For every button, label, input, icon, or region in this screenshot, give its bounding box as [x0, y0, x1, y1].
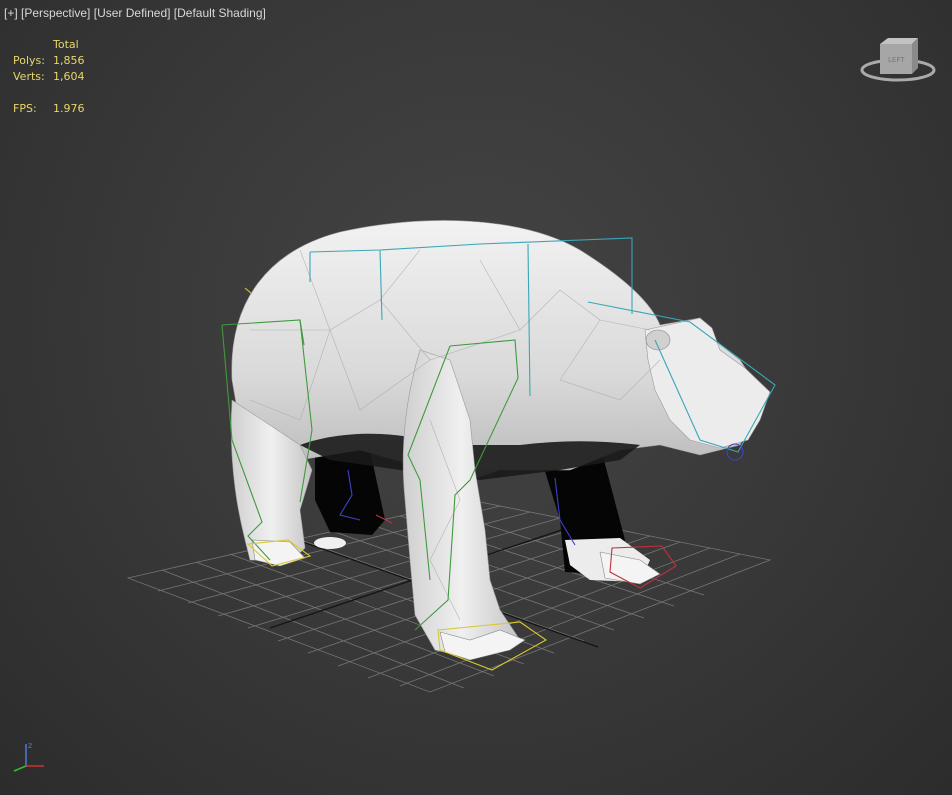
viewport-scene[interactable]	[0, 0, 952, 795]
axis-z-label: z	[28, 741, 32, 750]
axis-tripod-icon: z	[13, 741, 44, 772]
svg-text:LEFT: LEFT	[888, 56, 905, 64]
viewcube-icon[interactable]: LEFT	[858, 34, 938, 86]
bear-mesh[interactable]	[230, 220, 771, 661]
